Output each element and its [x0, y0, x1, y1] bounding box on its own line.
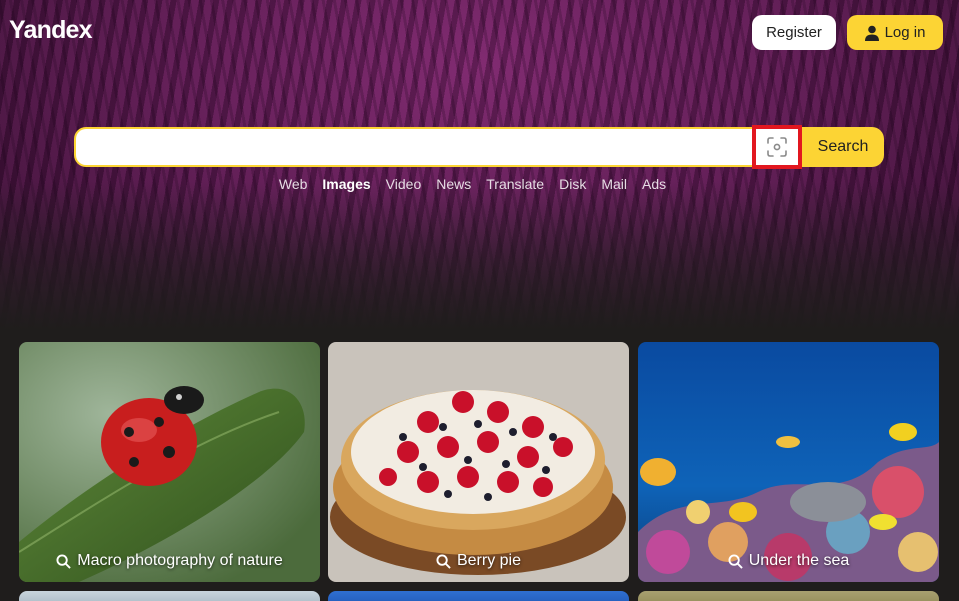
collection-card-row2-3[interactable] [638, 591, 939, 601]
nav-images[interactable]: Images [322, 176, 370, 192]
search-bar: Search [74, 125, 884, 169]
search-icon [728, 553, 743, 569]
berry-pie-image [328, 342, 629, 582]
search-box [74, 127, 752, 167]
camera-search-icon [767, 137, 787, 157]
image-search-button[interactable] [752, 125, 802, 169]
collection-card-macro[interactable]: Macro photography of nature [19, 342, 320, 582]
collection-card-row2-2[interactable] [328, 591, 629, 601]
nav-translate[interactable]: Translate [486, 176, 544, 192]
search-icon [436, 553, 451, 569]
coral-reef-image [638, 342, 939, 582]
service-nav: Web Images Video News Translate Disk Mai… [0, 176, 945, 192]
nav-mail[interactable]: Mail [601, 176, 627, 192]
register-button[interactable]: Register [752, 15, 836, 50]
search-input[interactable] [76, 130, 752, 164]
nav-news[interactable]: News [436, 176, 471, 192]
user-icon [864, 25, 879, 41]
card-caption: Berry pie [328, 552, 629, 570]
search-icon [56, 553, 71, 569]
card-caption: Macro photography of nature [19, 552, 320, 570]
card-caption: Under the sea [638, 552, 939, 570]
nav-web[interactable]: Web [279, 176, 308, 192]
collection-card-berry-pie[interactable]: Berry pie [328, 342, 629, 582]
login-button-label: Log in [884, 24, 926, 41]
collection-card-under-the-sea[interactable]: Under the sea [638, 342, 939, 582]
nav-disk[interactable]: Disk [559, 176, 586, 192]
yandex-home-page: Yandex Register Log in Search Web Images… [0, 0, 959, 601]
ladybug-image [19, 342, 320, 582]
nav-video[interactable]: Video [386, 176, 422, 192]
nav-ads[interactable]: Ads [642, 176, 666, 192]
collection-card-row2-1[interactable] [19, 591, 320, 601]
yandex-logo[interactable]: Yandex [9, 16, 93, 45]
login-button[interactable]: Log in [847, 15, 943, 50]
search-button[interactable]: Search [802, 127, 884, 167]
